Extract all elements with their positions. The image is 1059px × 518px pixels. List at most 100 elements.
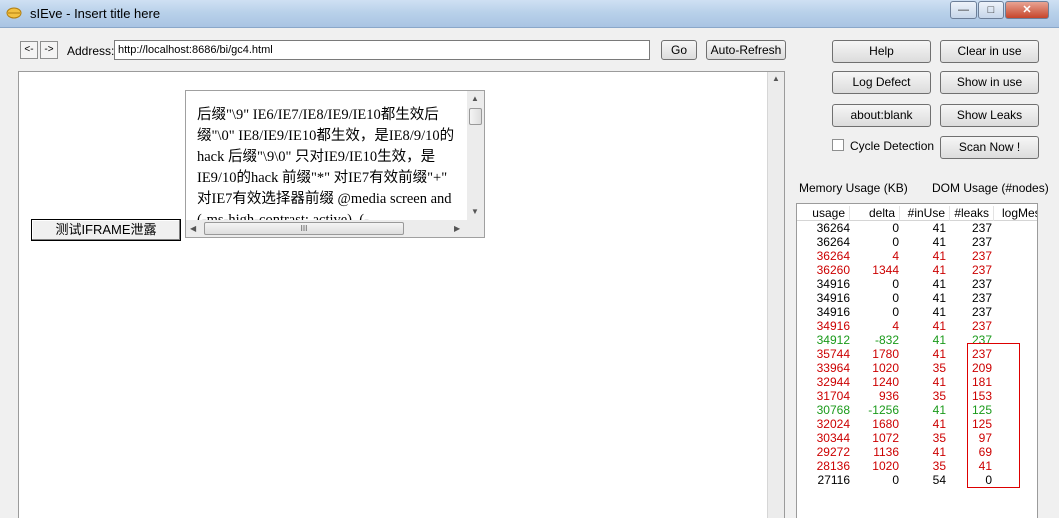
cell-in-use: 41 (932, 333, 946, 347)
cell-usage: 28136 (816, 459, 850, 473)
cell-delta: 1240 (872, 375, 899, 389)
cell-usage: 34916 (816, 291, 850, 305)
cell-in-use: 41 (932, 221, 946, 235)
cell-in-use: 41 (932, 249, 946, 263)
minimize-button[interactable]: — (950, 1, 977, 19)
table-row: 36260 1344 41 237 (797, 263, 1037, 277)
cell-leaks: 237 (971, 277, 992, 291)
cell-usage: 36264 (816, 235, 850, 249)
scroll-up-arrow-icon[interactable]: ▲ (471, 94, 479, 103)
test-iframe-leak-button[interactable]: 测试IFRAME泄露 (31, 219, 181, 241)
cell-leaks: 237 (971, 235, 992, 249)
table-row: 36264 0 41 237 (797, 235, 1037, 249)
cell-leaks: 237 (971, 249, 992, 263)
scroll-right-arrow-icon[interactable]: ▶ (454, 224, 460, 233)
cell-delta: 0 (892, 277, 899, 291)
cell-in-use: 35 (932, 389, 946, 403)
go-button[interactable]: Go (661, 40, 697, 60)
cell-usage: 27116 (817, 473, 850, 487)
cell-usage: 36260 (816, 263, 850, 277)
iframe-content[interactable]: 后缀"\9" IE6/IE7/IE8/IE9/IE10都生效后缀"\0" IE8… (185, 90, 485, 238)
iframe-vscroll-thumb[interactable] (469, 108, 482, 125)
title-bar: sIEve - Insert title here — □ ✕ (0, 0, 1059, 28)
cell-delta: 1780 (872, 347, 899, 361)
table-row: 36264 4 41 237 (797, 249, 1037, 263)
iframe-hscroll-thumb[interactable]: III (204, 222, 404, 235)
cell-usage: 36264 (816, 249, 850, 263)
cell-in-use: 35 (932, 361, 946, 375)
cell-leaks: 237 (971, 319, 992, 333)
cell-usage: 34916 (816, 319, 850, 333)
cell-in-use: 41 (932, 403, 946, 417)
column-log-message[interactable]: logMes (997, 206, 1037, 221)
cell-in-use: 41 (932, 291, 946, 305)
cell-delta: 1344 (872, 263, 899, 277)
cell-usage: 30344 (816, 431, 850, 445)
cell-delta: 936 (878, 389, 899, 403)
log-defect-button[interactable]: Log Defect (832, 71, 931, 94)
cell-usage: 30768 (816, 403, 850, 417)
cell-delta: 0 (892, 235, 899, 249)
cell-delta: 0 (892, 291, 899, 305)
cell-delta: 1136 (873, 445, 899, 459)
back-button[interactable]: <- (20, 41, 38, 59)
cycle-detection-checkbox[interactable] (832, 139, 844, 151)
window-title: sIEve - Insert title here (30, 6, 161, 21)
cell-usage: 31704 (816, 389, 850, 403)
table-row: 34916 4 41 237 (797, 319, 1037, 333)
column-usage[interactable]: usage (797, 206, 850, 221)
leaks-highlight-box (967, 343, 1020, 488)
show-in-use-button[interactable]: Show in use (940, 71, 1039, 94)
column-in-use[interactable]: #inUse (900, 206, 950, 221)
dom-usage-label: DOM Usage (#nodes) (932, 181, 1049, 195)
cell-delta: 1020 (872, 361, 899, 375)
browser-scrollbar[interactable]: ▲ (767, 72, 784, 518)
sieve-app-icon (6, 7, 22, 19)
cell-delta: -832 (874, 333, 899, 347)
address-input[interactable] (114, 40, 650, 60)
cell-usage: 32944 (816, 375, 850, 389)
cell-usage: 35744 (816, 347, 850, 361)
iframe-text: 后缀"\9" IE6/IE7/IE8/IE9/IE10都生效后缀"\0" IE8… (197, 107, 455, 228)
show-leaks-button[interactable]: Show Leaks (940, 104, 1039, 127)
cell-delta: -1256 (868, 403, 899, 417)
iframe-vertical-scrollbar[interactable]: ▲ ▼ (467, 91, 484, 221)
scroll-down-arrow-icon[interactable]: ▼ (471, 207, 479, 216)
table-row: 34916 0 41 237 (797, 291, 1037, 305)
cell-in-use: 35 (932, 459, 946, 473)
cycle-detection-label: Cycle Detection (850, 139, 935, 153)
help-button[interactable]: Help (832, 40, 931, 63)
cell-in-use: 41 (932, 305, 946, 319)
cell-leaks: 237 (971, 305, 992, 319)
table-header: usage delta #inUse #leaks logMes (797, 204, 1037, 221)
cell-in-use: 54 (932, 473, 946, 487)
about-blank-button[interactable]: about:blank (832, 104, 931, 127)
cell-leaks: 237 (971, 291, 992, 305)
cell-leaks: 237 (971, 221, 992, 235)
close-button[interactable]: ✕ (1005, 1, 1049, 19)
scan-now-button[interactable]: Scan Now ! (940, 136, 1039, 159)
column-leaks[interactable]: #leaks (950, 206, 994, 221)
column-delta[interactable]: delta (850, 206, 900, 221)
table-row: 36264 0 41 237 (797, 221, 1037, 235)
cell-in-use: 41 (932, 445, 946, 459)
scroll-up-arrow-icon[interactable]: ▲ (768, 74, 784, 83)
cell-in-use: 41 (932, 263, 946, 277)
cell-in-use: 41 (932, 375, 946, 389)
auto-refresh-button[interactable]: Auto-Refresh (706, 40, 786, 60)
cell-in-use: 41 (932, 277, 946, 291)
cell-delta: 0 (892, 473, 899, 487)
maximize-button[interactable]: □ (978, 1, 1004, 19)
cell-delta: 0 (892, 305, 899, 319)
cell-usage: 33964 (816, 361, 850, 375)
iframe-horizontal-scrollbar[interactable]: ◀ III ▶ (186, 220, 484, 237)
clear-in-use-button[interactable]: Clear in use (940, 40, 1039, 63)
browser-view[interactable]: ▲ 测试IFRAME泄露 后缀"\9" IE6/IE7/IE8/IE9/IE10… (18, 71, 785, 518)
cell-in-use: 41 (932, 417, 946, 431)
cell-delta: 4 (892, 249, 899, 263)
cell-leaks: 237 (971, 263, 992, 277)
forward-button[interactable]: -> (40, 41, 58, 59)
table-row: 34916 0 41 237 (797, 305, 1037, 319)
cell-delta: 1680 (872, 417, 899, 431)
scroll-left-arrow-icon[interactable]: ◀ (190, 224, 196, 233)
